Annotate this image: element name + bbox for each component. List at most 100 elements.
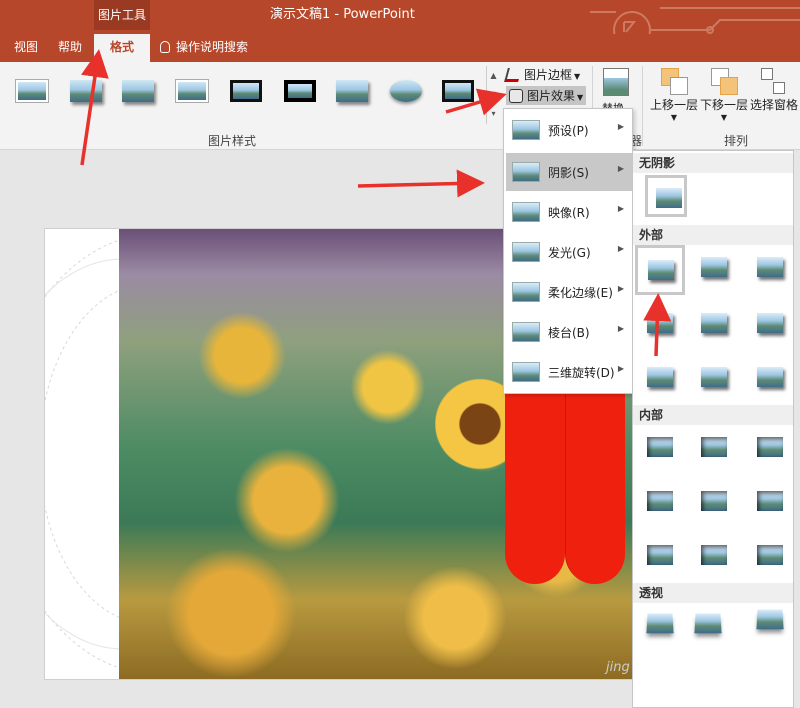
shadow-option-outer-2[interactable] xyxy=(695,251,733,285)
menu-item-3d-rotation[interactable]: 三维旋转(D) ▶ xyxy=(506,353,632,391)
menu-item-reflection[interactable]: 映像(R) ▶ xyxy=(506,193,632,231)
preset-icon xyxy=(512,120,540,140)
picture-style-1[interactable] xyxy=(12,76,52,106)
pen-border-icon xyxy=(504,68,522,82)
scroll-down-icon[interactable]: ▼ xyxy=(487,85,500,104)
picture-style-9[interactable] xyxy=(438,76,478,106)
soft-edges-icon xyxy=(512,282,540,302)
picture-border-button[interactable]: 图片边框 ▼ xyxy=(504,66,580,83)
shadow-option-inner-2[interactable] xyxy=(695,431,733,465)
ribbon: ▲ ▼ ▾ 图片样式 图片边框▼ 图片效果▼ 替换 器 上移一层 ▼ 下移一层 … xyxy=(0,62,800,150)
tab-help[interactable]: 帮助 xyxy=(58,34,82,62)
chevron-right-icon: ▶ xyxy=(617,122,624,131)
send-backward-label: 下移一层 xyxy=(699,98,748,112)
picture-style-8[interactable] xyxy=(386,76,426,106)
shadow-option-inner-4[interactable] xyxy=(641,485,679,519)
chevron-right-icon: ▶ xyxy=(617,364,624,373)
group-divider xyxy=(642,66,643,146)
picture-effects-label: 图片效果 xyxy=(527,89,576,103)
red-rounded-shape[interactable] xyxy=(505,379,565,584)
menu-item-label: 发光(G) xyxy=(548,246,591,260)
picture-style-7[interactable] xyxy=(332,76,372,106)
menu-item-shadow[interactable]: 阴影(S) ▶ xyxy=(506,153,632,191)
shadow-icon xyxy=(512,162,540,182)
menu-item-label: 棱台(B) xyxy=(548,326,590,340)
decorative-arcs xyxy=(45,238,124,670)
shadow-option-inner-5[interactable] xyxy=(695,485,733,519)
scroll-up-icon[interactable]: ▲ xyxy=(487,66,500,85)
selection-pane-button[interactable]: 选择窗格 xyxy=(748,66,800,124)
chevron-right-icon: ▶ xyxy=(617,204,624,213)
section-no-shadow: 无阴影 xyxy=(633,153,793,173)
bring-forward-label: 上移一层 xyxy=(649,98,698,112)
shadow-option-outer-8[interactable] xyxy=(695,361,733,395)
chevron-right-icon: ▶ xyxy=(617,324,624,333)
menu-item-label: 预设(P) xyxy=(548,124,589,138)
shadow-option-outer-6[interactable] xyxy=(751,307,789,341)
lightbulb-icon xyxy=(160,41,170,53)
chevron-right-icon: ▶ xyxy=(617,164,624,173)
shadow-option-outer-9[interactable] xyxy=(751,361,789,395)
gallery-more-icon[interactable]: ▾ xyxy=(487,104,500,123)
glow-icon xyxy=(512,242,540,262)
shadow-submenu: 无阴影 外部 内部 透视 xyxy=(632,150,794,708)
window-title: 演示文稿1 - PowerPoint xyxy=(270,7,415,22)
picture-style-5[interactable] xyxy=(226,76,266,106)
shadow-option-inner-1[interactable] xyxy=(641,431,679,465)
chevron-down-icon: ▼ xyxy=(720,113,728,122)
picture-styles-group-label: 图片样式 xyxy=(208,134,257,148)
shadow-option-perspective-1[interactable] xyxy=(641,607,679,641)
selection-pane-label: 选择窗格 xyxy=(749,98,798,112)
shadow-option-inner-9[interactable] xyxy=(751,539,789,573)
picture-style-6[interactable] xyxy=(280,76,320,106)
bring-forward-button[interactable]: 上移一层 ▼ xyxy=(648,66,700,124)
send-backward-button[interactable]: 下移一层 ▼ xyxy=(698,66,750,124)
menu-item-glow[interactable]: 发光(G) ▶ xyxy=(506,233,632,271)
shadow-option-outer-1[interactable] xyxy=(635,245,685,295)
menu-item-label: 三维旋转(D) xyxy=(548,366,615,380)
section-perspective: 透视 xyxy=(633,583,793,603)
picture-style-2[interactable] xyxy=(66,76,106,106)
picture-effects-menu: 预设(P) ▶ 阴影(S) ▶ 映像(R) ▶ 发光(G) ▶ 柔化边缘(E) … xyxy=(503,108,633,394)
tell-me-search[interactable]: 操作说明搜索 xyxy=(160,34,248,62)
shadow-option-inner-7[interactable] xyxy=(641,539,679,573)
shadow-option-inner-8[interactable] xyxy=(695,539,733,573)
menu-item-bevel[interactable]: 棱台(B) ▶ xyxy=(506,313,632,351)
shadow-option-none[interactable] xyxy=(645,175,687,217)
shadow-option-inner-3[interactable] xyxy=(751,431,789,465)
shadow-option-outer-3[interactable] xyxy=(751,251,789,285)
shadow-option-perspective-3[interactable] xyxy=(751,603,789,637)
arrange-group-label: 排列 xyxy=(724,134,749,148)
red-rounded-shape[interactable] xyxy=(565,379,625,584)
3d-rotation-icon xyxy=(512,362,540,382)
chevron-right-icon: ▶ xyxy=(617,284,624,293)
shadow-option-outer-5[interactable] xyxy=(695,307,733,341)
selection-pane-icon xyxy=(761,68,787,94)
title-bar: 图片工具 演示文稿1 - PowerPoint xyxy=(0,0,800,55)
shadow-option-outer-4[interactable] xyxy=(641,307,679,341)
shadow-option-inner-6[interactable] xyxy=(751,485,789,519)
picture-style-4[interactable] xyxy=(172,76,212,106)
section-inner: 内部 xyxy=(633,405,793,425)
shadow-option-perspective-2[interactable] xyxy=(689,607,727,641)
annotation-arrow-shadow xyxy=(357,169,485,198)
chevron-right-icon: ▶ xyxy=(617,244,624,253)
style-gallery-scroll[interactable]: ▲ ▼ ▾ xyxy=(486,66,500,124)
effects-icon xyxy=(509,89,523,103)
picture-tools-context-label: 图片工具 xyxy=(94,0,150,30)
chevron-down-icon: ▼ xyxy=(670,113,678,122)
tab-format[interactable]: 格式 xyxy=(94,34,150,62)
reflection-icon xyxy=(512,202,540,222)
menu-item-preset[interactable]: 预设(P) ▶ xyxy=(506,111,632,149)
picture-icon xyxy=(603,68,629,96)
section-outer: 外部 xyxy=(633,225,793,245)
menu-item-label: 映像(R) xyxy=(548,206,590,220)
tab-view[interactable]: 视图 xyxy=(14,34,38,62)
picture-style-3[interactable] xyxy=(118,76,158,106)
shadow-option-outer-7[interactable] xyxy=(641,361,679,395)
menu-item-label: 阴影(S) xyxy=(548,166,589,180)
send-backward-icon xyxy=(711,68,738,95)
picture-effects-button[interactable]: 图片效果 ▼ xyxy=(506,86,587,105)
chevron-down-icon: ▼ xyxy=(577,93,584,102)
menu-item-soft-edges[interactable]: 柔化边缘(E) ▶ xyxy=(506,273,632,311)
